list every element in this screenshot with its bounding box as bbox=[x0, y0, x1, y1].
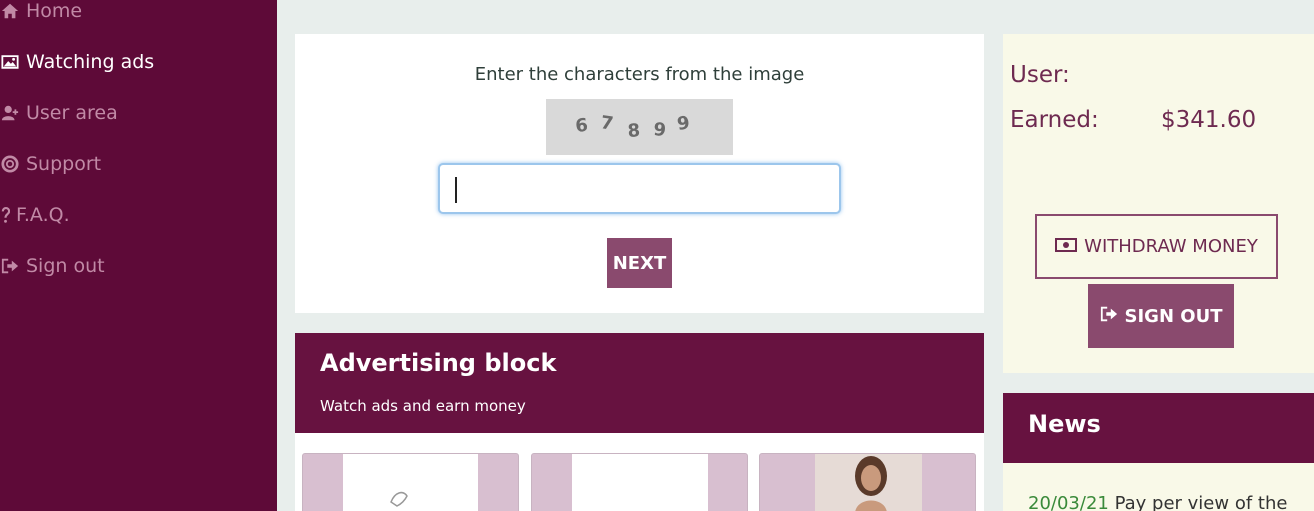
sidebar-item-sign-out[interactable]: Sign out bbox=[0, 249, 105, 283]
user-panel: User: Earned: $341.60 WITHDRAW MONEY SIG… bbox=[1003, 34, 1314, 373]
captcha-prompt: Enter the characters from the image bbox=[474, 64, 805, 85]
news-header: News bbox=[1003, 393, 1314, 463]
sidebar-item-watching-ads[interactable]: Watching ads bbox=[0, 45, 154, 79]
ad-thumbnail bbox=[343, 454, 478, 511]
captcha-char: 9 bbox=[653, 119, 667, 141]
sign-out-icon bbox=[0, 256, 20, 276]
sidebar-item-label: Support bbox=[26, 153, 102, 175]
sidebar-item-label: User area bbox=[26, 102, 118, 124]
captcha-char: 7 bbox=[599, 112, 614, 135]
ad-thumbnail bbox=[815, 454, 922, 511]
sidebar-item-home[interactable]: Home bbox=[0, 0, 82, 28]
sidebar: Home Watching ads User area Support F.A.… bbox=[0, 0, 277, 511]
image-icon bbox=[0, 52, 20, 72]
ad-card[interactable] bbox=[302, 453, 519, 511]
ad-thumbnail bbox=[572, 454, 708, 511]
sidebar-item-label: Watching ads bbox=[26, 51, 155, 73]
withdraw-money-label: WITHDRAW MONEY bbox=[1084, 236, 1258, 257]
money-bill-icon bbox=[1055, 236, 1078, 257]
news-text: Pay per view of the bbox=[1114, 493, 1288, 511]
home-icon bbox=[0, 1, 20, 21]
captcha-image: 6 7 8 9 9 bbox=[546, 99, 733, 155]
sign-out-icon bbox=[1100, 305, 1118, 328]
ad-card[interactable] bbox=[531, 453, 748, 511]
sign-out-button[interactable]: SIGN OUT bbox=[1088, 284, 1234, 348]
user-plus-icon bbox=[0, 103, 20, 123]
captcha-char: 6 bbox=[574, 115, 589, 137]
user-label: User: bbox=[1010, 62, 1070, 88]
sidebar-item-user-area[interactable]: User area bbox=[0, 96, 118, 130]
sign-out-label: SIGN OUT bbox=[1124, 305, 1223, 327]
ad-card[interactable] bbox=[759, 453, 976, 511]
sidebar-item-support[interactable]: Support bbox=[0, 147, 101, 181]
news-date: 20/03/21 bbox=[1028, 493, 1109, 511]
lifebuoy-icon bbox=[0, 154, 20, 174]
sidebar-item-faq[interactable]: F.A.Q. bbox=[0, 198, 70, 232]
sidebar-item-label: Sign out bbox=[26, 255, 105, 277]
captcha-char: 8 bbox=[627, 120, 641, 142]
captcha-card: Enter the characters from the image 6 7 … bbox=[295, 34, 984, 313]
question-icon bbox=[0, 205, 10, 225]
captcha-char: 9 bbox=[676, 112, 691, 135]
earned-label: Earned: bbox=[1010, 107, 1099, 133]
news-item[interactable]: 20/03/21 Pay per view of the bbox=[1028, 493, 1287, 511]
earned-value: $341.60 bbox=[1161, 107, 1257, 133]
withdraw-money-button[interactable]: WITHDRAW MONEY bbox=[1035, 214, 1278, 279]
sidebar-item-label: Home bbox=[26, 0, 83, 22]
advertising-title: Advertising block bbox=[320, 349, 557, 377]
captcha-input[interactable] bbox=[438, 163, 841, 214]
sidebar-item-label: F.A.Q. bbox=[16, 204, 70, 226]
advertising-subtitle: Watch ads and earn money bbox=[320, 397, 526, 415]
advertising-header: Advertising block Watch ads and earn mon… bbox=[295, 333, 984, 433]
news-body: 20/03/21 Pay per view of the bbox=[1003, 463, 1314, 511]
text-caret bbox=[455, 177, 457, 203]
news-title: News bbox=[1028, 410, 1101, 438]
next-button[interactable]: NEXT bbox=[607, 238, 672, 288]
